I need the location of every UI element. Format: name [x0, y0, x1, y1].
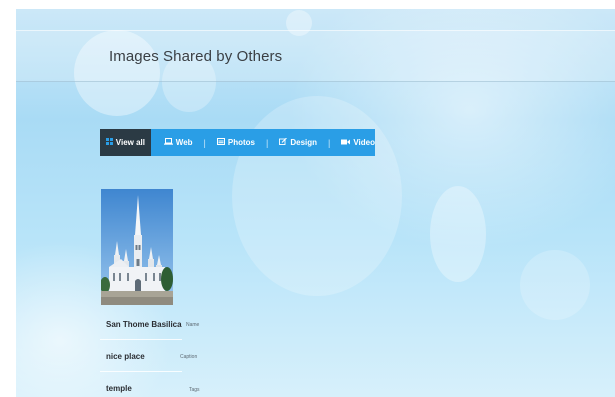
image-tags-label: Tags	[189, 387, 200, 393]
edit-icon	[279, 137, 288, 147]
page-title: Images Shared by Others	[109, 48, 283, 65]
header-band	[16, 30, 615, 82]
video-camera-icon	[341, 138, 351, 147]
image-tags-value: temple	[106, 384, 132, 393]
page-background: Images Shared by Others View all Web | P…	[0, 0, 615, 397]
photo-icon	[216, 138, 225, 147]
filter-label: View all	[115, 138, 145, 147]
filter-label: Video	[353, 138, 375, 147]
bokeh-light	[430, 186, 486, 282]
filter-label: Design	[290, 138, 318, 147]
laptop-icon	[163, 138, 173, 147]
row-divider	[100, 371, 182, 372]
filter-separator: |	[203, 137, 206, 148]
filter-separator: |	[328, 137, 331, 148]
filter-design[interactable]: Design	[279, 129, 317, 156]
filter-separator: |	[266, 137, 269, 148]
row-divider	[100, 339, 182, 340]
top-margin	[0, 0, 615, 9]
shared-image-thumbnail[interactable]	[101, 189, 173, 305]
filter-view-all[interactable]: View all	[100, 129, 151, 156]
bokeh-light	[520, 250, 590, 320]
church-photo	[101, 189, 173, 305]
left-margin	[0, 0, 16, 397]
image-name-value: San Thome Basilica	[106, 320, 182, 329]
image-caption-label: Caption	[180, 354, 198, 360]
image-name-label: Name	[186, 322, 200, 328]
filter-photos[interactable]: Photos	[216, 129, 255, 156]
image-caption-value: nice place	[106, 352, 145, 361]
filter-label: Web	[175, 138, 193, 147]
grid-icon	[105, 138, 113, 147]
filter-label: Photos	[227, 138, 255, 147]
filter-bar: View all Web | Photos | Design | Video	[100, 129, 375, 156]
filter-video[interactable]: Video	[341, 129, 375, 156]
bokeh-light	[232, 96, 402, 296]
filter-web[interactable]: Web	[163, 129, 193, 156]
